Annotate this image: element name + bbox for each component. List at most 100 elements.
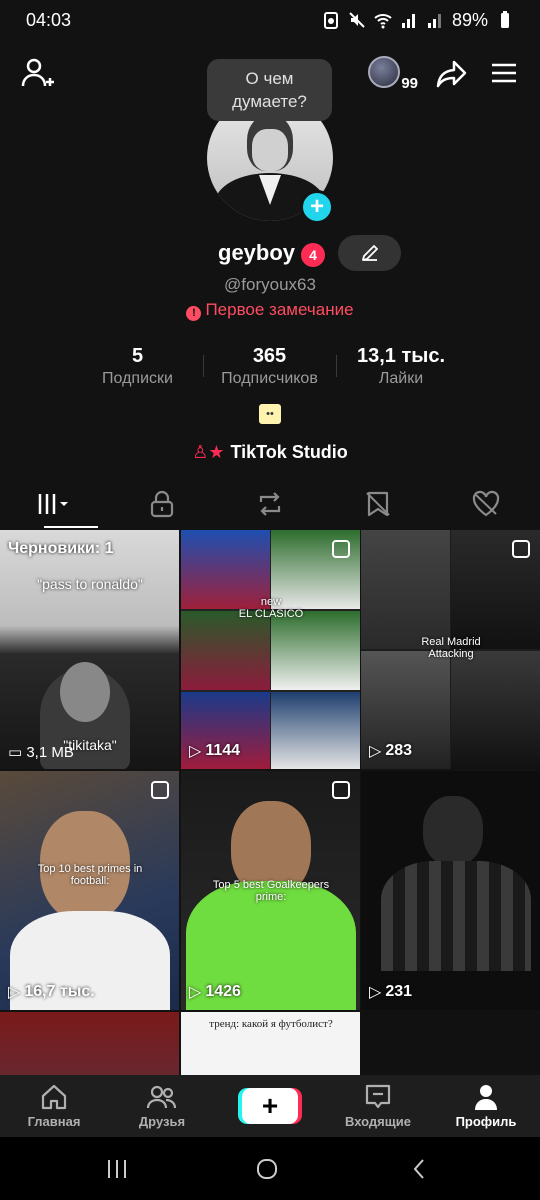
coins-badge[interactable]: 99 (368, 56, 418, 92)
video-caption: Top 10 best primes in football: (37, 863, 143, 887)
drafts-caption-1: "pass to ronaldo" (37, 576, 143, 592)
plus-icon: + (261, 1090, 279, 1121)
profile-tabs (0, 480, 540, 528)
stat-following[interactable]: 5 Подписки (80, 345, 195, 388)
following-count: 5 (131, 345, 144, 367)
video-item[interactable]: Top 5 best Goalkeepers prime: ▷ 1426 (181, 771, 360, 1010)
name-row: geyboy 4 (0, 235, 540, 275)
followers-count: 365 (252, 345, 287, 367)
video-grid: Черновики: 1 "pass to ronaldo" "tikitaka… (0, 530, 540, 1075)
bookmark-icon (366, 491, 390, 517)
carousel-icon (512, 540, 530, 558)
back-icon[interactable] (408, 1157, 432, 1181)
edit-profile-button[interactable] (338, 235, 401, 271)
status-time: 04:03 (26, 9, 72, 30)
username: geyboy (218, 240, 296, 265)
status-bar: 04:03 89% (0, 0, 540, 40)
play-icon: ▷ (369, 984, 382, 1001)
signal-icon-2 (427, 14, 441, 28)
profile-stats: 5 Подписки 365 Подписчиков 13,1 тыс. Лай… (0, 345, 540, 395)
tab-saved[interactable] (324, 480, 432, 528)
video-item[interactable] (0, 1012, 179, 1075)
active-tab-indicator (44, 526, 98, 528)
user-handle: @foryoux63 (224, 275, 316, 294)
nav-create[interactable]: + (216, 1075, 324, 1137)
followers-label: Подписчиков (221, 370, 318, 387)
video-caption: Top 5 best Goalkeepers prime: (212, 879, 330, 903)
video-caption: new EL CLASICO (238, 596, 304, 620)
studio-label: TikTok Studio (230, 442, 348, 462)
view-count: ▷ 16,7 тыс. (8, 983, 95, 1001)
likes-label: Лайки (378, 370, 424, 387)
play-icon: ▷ (8, 984, 21, 1001)
warning-link[interactable]: ! Первое замечание (0, 300, 540, 321)
battery-icon (501, 11, 509, 28)
grid-icon (38, 494, 68, 514)
video-item[interactable]: ▷ 231 (361, 771, 540, 1010)
tab-private[interactable] (108, 480, 216, 528)
nav-inbox[interactable]: Входящие (324, 1075, 432, 1137)
thought-bubble[interactable]: О чем думаете? (207, 59, 332, 121)
battery-percent: 89% (451, 9, 488, 30)
heart-icon (472, 490, 500, 517)
bottom-nav: Главная Друзья + Входящие Профиль (0, 1075, 540, 1137)
create-button[interactable]: + (242, 1088, 298, 1124)
friends-icon (146, 1085, 177, 1109)
carousel-icon (332, 540, 350, 558)
share-icon[interactable] (436, 57, 468, 89)
play-icon: ▷ (189, 984, 202, 1001)
recycle-icon (323, 12, 338, 29)
likes-count: 13,1 тыс. (356, 345, 446, 367)
view-count: ▷ 231 (369, 983, 413, 1001)
drafts-cell[interactable]: Черновики: 1 "pass to ronaldo" "tikitaka… (0, 530, 179, 769)
view-count: ▷ 1426 (189, 983, 241, 1001)
recent-apps-icon[interactable] (105, 1157, 129, 1181)
following-label: Подписки (102, 370, 173, 387)
video-item[interactable]: new EL CLASICO ▷ 1144 (181, 530, 360, 769)
video-caption: тренд: какой я футболист? (209, 1018, 333, 1030)
drafts-label: Черновики: 1 (8, 540, 114, 557)
tab-liked[interactable] (432, 480, 540, 528)
carousel-icon (151, 781, 169, 799)
video-item[interactable]: Top 10 best primes in football: ▷ 16,7 ты… (0, 771, 179, 1010)
warning-icon: ! (186, 306, 202, 321)
nav-profile-label: Профиль (455, 1114, 517, 1129)
view-count: ▷ 1144 (189, 742, 241, 760)
notification-badge[interactable]: 4 (301, 243, 325, 267)
lock-icon (150, 490, 174, 518)
nav-friends-label: Друзья (138, 1114, 186, 1129)
view-count: ▷ 283 (369, 742, 413, 760)
nav-inbox-label: Входящие (345, 1114, 411, 1129)
home-button-icon[interactable] (255, 1157, 279, 1181)
tab-reposts[interactable] (216, 480, 324, 528)
play-icon: ▷ (369, 743, 382, 760)
profile-icon (475, 1085, 497, 1110)
stat-likes[interactable]: 13,1 тыс. Лайки (342, 345, 460, 388)
add-friend-icon[interactable] (20, 56, 56, 92)
home-icon (41, 1084, 67, 1110)
nav-friends[interactable]: Друзья (108, 1075, 216, 1137)
nav-profile[interactable]: Профиль (432, 1075, 540, 1137)
studio-user-icon: ♙★ (192, 442, 225, 462)
bio-emoji-icon: •• (259, 404, 281, 424)
pencil-icon (361, 245, 378, 261)
coins-count: 99 (401, 75, 418, 92)
warning-text: Первое замечание (205, 300, 354, 319)
drafts-folder-icon: ▭ (8, 744, 27, 761)
tab-videos[interactable] (0, 480, 108, 528)
add-story-button[interactable]: + (300, 190, 334, 224)
video-item[interactable]: тренд: какой я футболист? (181, 1012, 360, 1075)
stat-followers[interactable]: 365 Подписчиков (208, 345, 331, 388)
video-caption: Real Madrid Attacking (421, 636, 481, 660)
draft-size: ▭ 3,1 MB (8, 744, 74, 761)
nav-home[interactable]: Главная (0, 1075, 108, 1137)
video-item[interactable] (361, 1012, 540, 1075)
wifi-icon (374, 14, 392, 29)
menu-icon[interactable] (490, 59, 518, 87)
tiktok-studio-link[interactable]: ♙★ TikTok Studio (0, 442, 540, 463)
play-icon: ▷ (189, 743, 202, 760)
repost-icon (259, 492, 281, 516)
system-nav-bar (0, 1137, 540, 1200)
video-item[interactable]: Real Madrid Attacking ▷ 283 (361, 530, 540, 769)
carousel-icon (332, 781, 350, 799)
